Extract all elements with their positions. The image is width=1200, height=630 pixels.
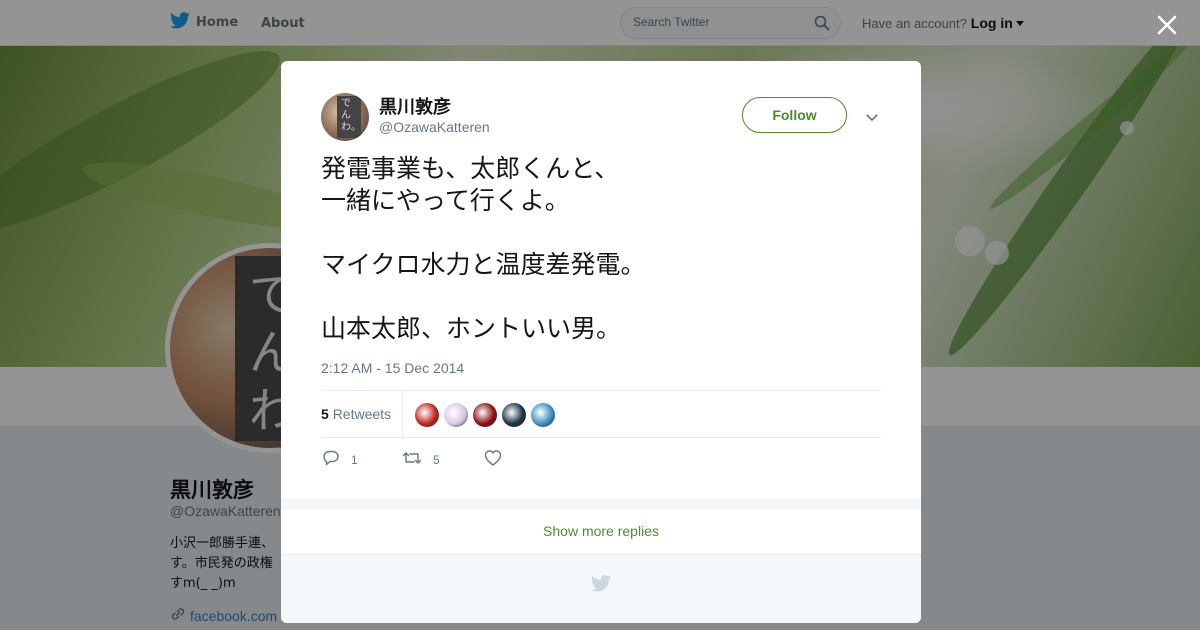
reply-action[interactable]: 1 (321, 449, 358, 470)
chevron-down-icon[interactable] (865, 109, 879, 122)
tweet-author-name[interactable]: 黒川敦彦 (379, 93, 451, 119)
close-icon[interactable] (1154, 12, 1180, 38)
tweet-author-handle[interactable]: @OzawaKatteren (379, 119, 490, 135)
heart-icon (483, 449, 503, 470)
tweet-author-avatar[interactable]: でんわ。 (321, 93, 369, 141)
retweet-stat[interactable]: 5 Retweets (321, 406, 391, 422)
reply-icon (321, 449, 341, 470)
tweet-modal: でんわ。 黒川敦彦 @OzawaKatteren Follow 発電事業も、太郎… (281, 61, 921, 623)
reply-count: 1 (351, 452, 358, 467)
replies-separator (281, 499, 921, 509)
retweet-stat-label: Retweets (332, 406, 392, 422)
show-more-replies-button[interactable]: Show more replies (281, 509, 921, 555)
retweeter-avatar[interactable] (473, 403, 497, 427)
retweeter-avatar[interactable] (415, 403, 439, 427)
retweeter-avatar[interactable] (444, 403, 468, 427)
avatar-book-cover: でんわ。 (337, 96, 361, 138)
retweeter-avatar[interactable] (502, 403, 526, 427)
modal-footer (281, 555, 921, 623)
retweet-icon (401, 449, 423, 470)
tweet-timestamp[interactable]: 2:12 AM - 15 Dec 2014 (321, 360, 464, 376)
tweet-text: 発電事業も、太郎くんと、 一緒にやって行くよ。 マイクロ水力と温度差発電。 山本… (321, 154, 646, 343)
retweet-stat-count: 5 (321, 406, 329, 422)
stats-divider (402, 391, 403, 438)
retweet-action[interactable]: 5 (401, 449, 440, 470)
retweet-action-count: 5 (433, 452, 440, 467)
twitter-bird-icon (591, 575, 611, 596)
retweeter-avatar[interactable] (531, 403, 555, 427)
like-action[interactable] (483, 449, 503, 470)
tweet-stats: 5 Retweets (321, 390, 881, 438)
follow-button[interactable]: Follow (742, 97, 847, 133)
